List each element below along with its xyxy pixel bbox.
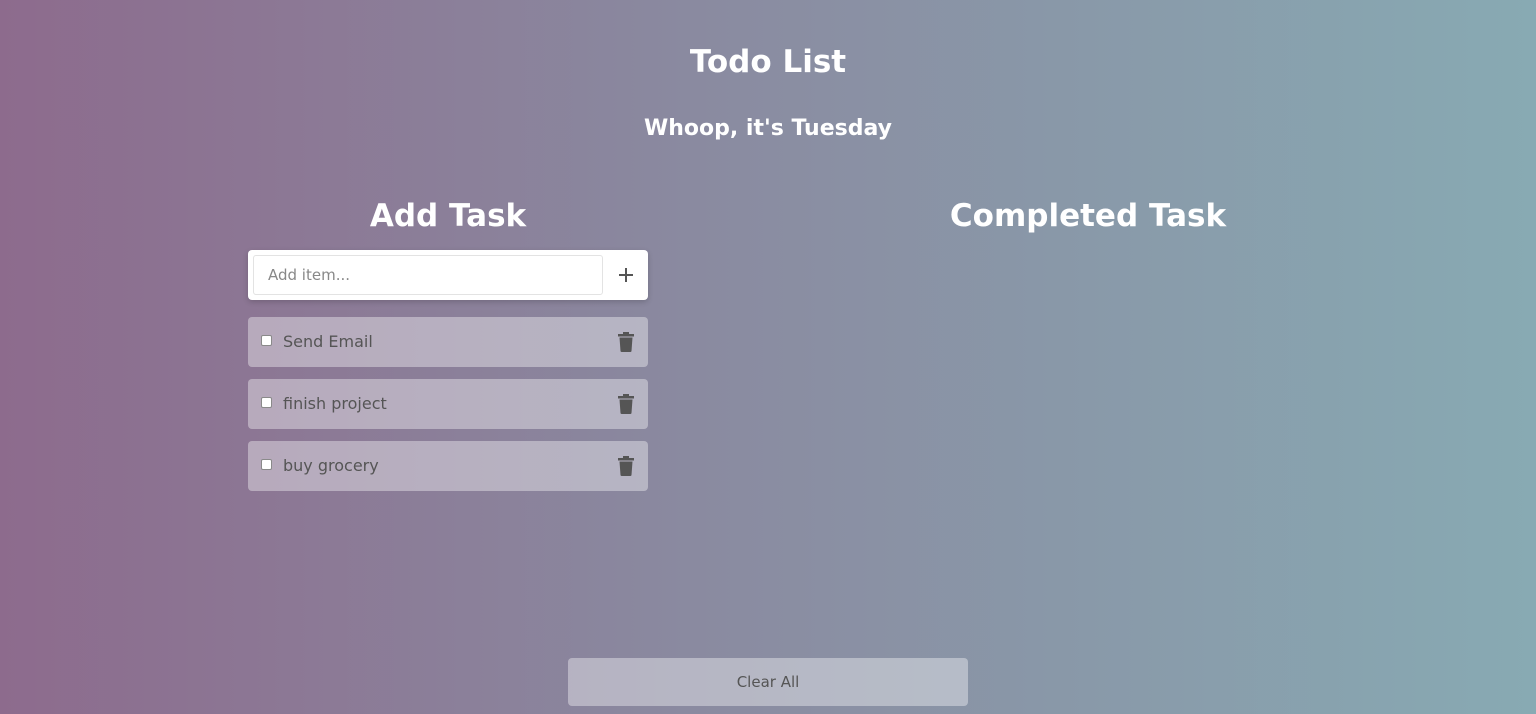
trash-icon[interactable]	[617, 394, 635, 414]
completed-task-heading: Completed Task	[949, 198, 1227, 234]
trash-icon[interactable]	[617, 456, 635, 476]
add-task-heading: Add Task	[369, 198, 527, 234]
task-item: Send Email	[248, 317, 648, 367]
trash-icon[interactable]	[617, 332, 635, 352]
task-item: finish project	[248, 379, 648, 429]
task-label: buy grocery	[283, 456, 379, 475]
day-message: Whoop, it's Tuesday	[644, 116, 892, 141]
plus-icon	[619, 268, 633, 282]
add-item-button[interactable]	[610, 257, 642, 293]
add-task-form	[248, 250, 648, 300]
add-item-input[interactable]	[253, 255, 603, 295]
task-item: buy grocery	[248, 441, 648, 491]
task-checkbox[interactable]	[261, 397, 272, 408]
task-checkbox[interactable]	[261, 459, 272, 470]
task-checkbox[interactable]	[261, 335, 272, 346]
clear-all-button[interactable]: Clear All	[568, 658, 968, 706]
task-label: Send Email	[283, 332, 373, 351]
task-label: finish project	[283, 394, 387, 413]
app-title: Todo List	[689, 44, 847, 80]
